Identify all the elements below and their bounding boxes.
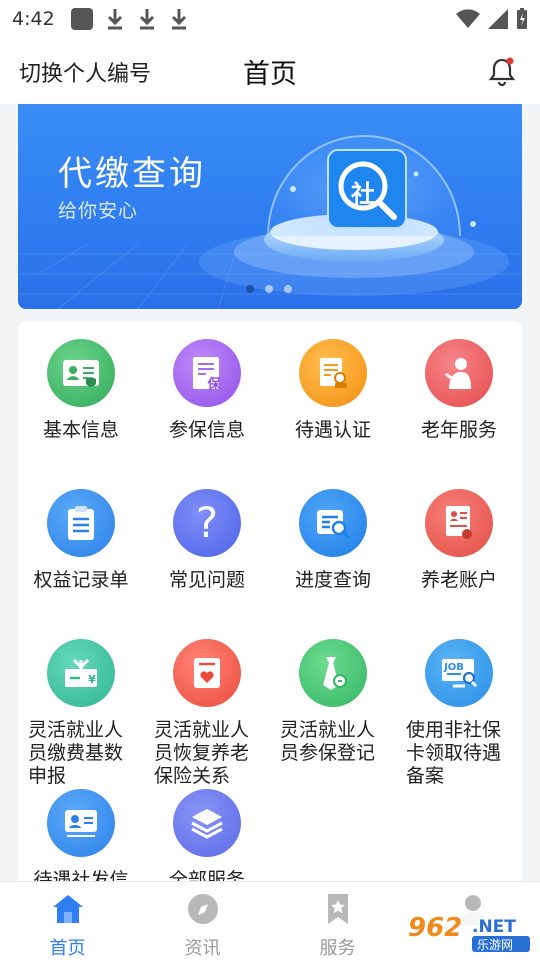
- layers-icon: [173, 789, 241, 857]
- service-label: 常见问题: [168, 569, 245, 591]
- svg-text:962: 962: [408, 913, 462, 943]
- services-grid: 基本信息 保 参保信息 待遇认证 老年服务 权益记录单 ? 常见问题 进度查询 …: [18, 321, 522, 881]
- service-all[interactable]: 全部服务: [144, 789, 270, 881]
- service-insurance-info[interactable]: 保 参保信息: [144, 339, 270, 442]
- download-icon: [171, 9, 186, 30]
- label-line: 员参保登记: [280, 742, 376, 764]
- wifi-icon: [456, 9, 480, 28]
- elderly-icon: [425, 339, 493, 407]
- label-line: 卡领取待遇: [406, 742, 502, 764]
- insurance-badge: 保: [207, 376, 221, 392]
- progress-search-icon: [299, 489, 367, 557]
- label-line: 员缴费基数: [28, 742, 124, 764]
- label-line: 灵活就业人: [28, 719, 124, 741]
- tab-label: 服务: [319, 938, 356, 959]
- service-label: 进度查询: [294, 569, 371, 591]
- notification-app-icon: [70, 8, 93, 30]
- service-label: 权益记录单: [33, 569, 129, 591]
- tab-services[interactable]: 服务: [270, 882, 405, 960]
- service-flex-restore-pension[interactable]: 灵活就业人 员恢复养老 保险关系: [144, 639, 270, 788]
- service-basic-info[interactable]: 基本信息: [18, 339, 144, 442]
- banner-badge-char: 社: [351, 180, 375, 208]
- bookmark-star-icon: [327, 894, 348, 924]
- service-label: 使用非社保 卡领取待遇 备案: [396, 719, 522, 788]
- watermark-logo: 962 .NET 乐游网: [400, 908, 535, 956]
- pager-dot[interactable]: [284, 285, 292, 293]
- service-progress-query[interactable]: 进度查询: [270, 489, 396, 592]
- service-label: 待遇认证: [294, 419, 371, 441]
- label-line: 员恢复养老: [154, 742, 250, 764]
- yuan-badge: ¥: [88, 672, 96, 686]
- service-elderly[interactable]: 老年服务: [396, 339, 522, 442]
- insurance-doc-icon: 保: [173, 339, 241, 407]
- label-line: 保险关系: [154, 765, 231, 787]
- service-flex-register[interactable]: 灵活就业人 员参保登记: [270, 639, 396, 765]
- id-card-icon: [47, 339, 115, 407]
- pager-dot[interactable]: [265, 285, 273, 293]
- tab-home[interactable]: 首页: [0, 882, 135, 960]
- app-header: 切换个人编号 首页: [0, 38, 540, 104]
- service-pension-account[interactable]: 养老账户: [396, 489, 522, 592]
- svg-text:.NET: .NET: [472, 917, 516, 937]
- service-label: 参保信息: [168, 419, 245, 441]
- question-glyph: ?: [195, 498, 219, 547]
- label-line: 使用非社保: [406, 719, 502, 741]
- service-non-card-filing[interactable]: JOB 使用非社保 卡领取待遇 备案: [396, 639, 522, 788]
- banner-pager[interactable]: [246, 285, 292, 293]
- service-label: 灵活就业人 员恢复养老 保险关系: [144, 719, 270, 788]
- svg-text:乐游网: 乐游网: [477, 938, 513, 952]
- benefit-card-icon: [47, 789, 115, 857]
- payment-card-icon: ¥: [47, 639, 115, 707]
- tab-label: 资讯: [184, 938, 221, 959]
- service-label: 灵活就业人 员缴费基数 申报: [18, 719, 144, 788]
- promo-banner[interactable]: 代缴查询 给你安心 社: [18, 104, 522, 309]
- pager-dot[interactable]: [246, 285, 254, 293]
- status-bar: 4:42: [0, 0, 540, 38]
- signal-icon: [488, 9, 508, 29]
- tab-news[interactable]: 资讯: [135, 882, 270, 960]
- label-line: 备案: [406, 765, 445, 787]
- service-label: 灵活就业人 员参保登记: [270, 719, 396, 765]
- job-badge: JOB: [444, 661, 464, 673]
- battery-icon: [517, 8, 527, 29]
- tab-label: 首页: [49, 938, 86, 959]
- heart-card-icon: [173, 639, 241, 707]
- service-label: 全部服务: [168, 869, 245, 881]
- label-line: 灵活就业人: [280, 719, 376, 741]
- job-screen-icon: JOB: [425, 639, 493, 707]
- service-rights-record[interactable]: 权益记录单: [18, 489, 144, 592]
- certify-icon: [299, 339, 367, 407]
- status-time: 4:42: [12, 8, 55, 30]
- download-icon: [107, 9, 122, 30]
- home-icon: [52, 895, 83, 923]
- compass-icon: [187, 894, 218, 924]
- service-label: 基本信息: [42, 419, 119, 441]
- service-label: 待遇社发信: [33, 869, 129, 881]
- clipboard-icon: [47, 489, 115, 557]
- notification-bell-icon[interactable]: [488, 56, 516, 86]
- switch-personal-id-button[interactable]: 切换个人编号: [19, 56, 151, 88]
- service-faq[interactable]: ? 常见问题: [144, 489, 270, 592]
- download-icon: [139, 9, 154, 30]
- service-label: 老年服务: [420, 419, 497, 441]
- question-icon: ?: [173, 489, 241, 557]
- banner-subtitle: 给你安心: [58, 200, 139, 222]
- service-label: 养老账户: [420, 569, 497, 591]
- service-flex-payment-base[interactable]: ¥ 灵活就业人 员缴费基数 申报: [18, 639, 144, 788]
- service-benefit-certify[interactable]: 待遇认证: [270, 339, 396, 442]
- label-line: 申报: [28, 765, 67, 787]
- banner-title: 代缴查询: [58, 154, 206, 194]
- label-line: 灵活就业人: [154, 719, 250, 741]
- tie-register-icon: [299, 639, 367, 707]
- pension-account-icon: [425, 489, 493, 557]
- service-benefit-distribution[interactable]: 待遇社发信: [18, 789, 144, 881]
